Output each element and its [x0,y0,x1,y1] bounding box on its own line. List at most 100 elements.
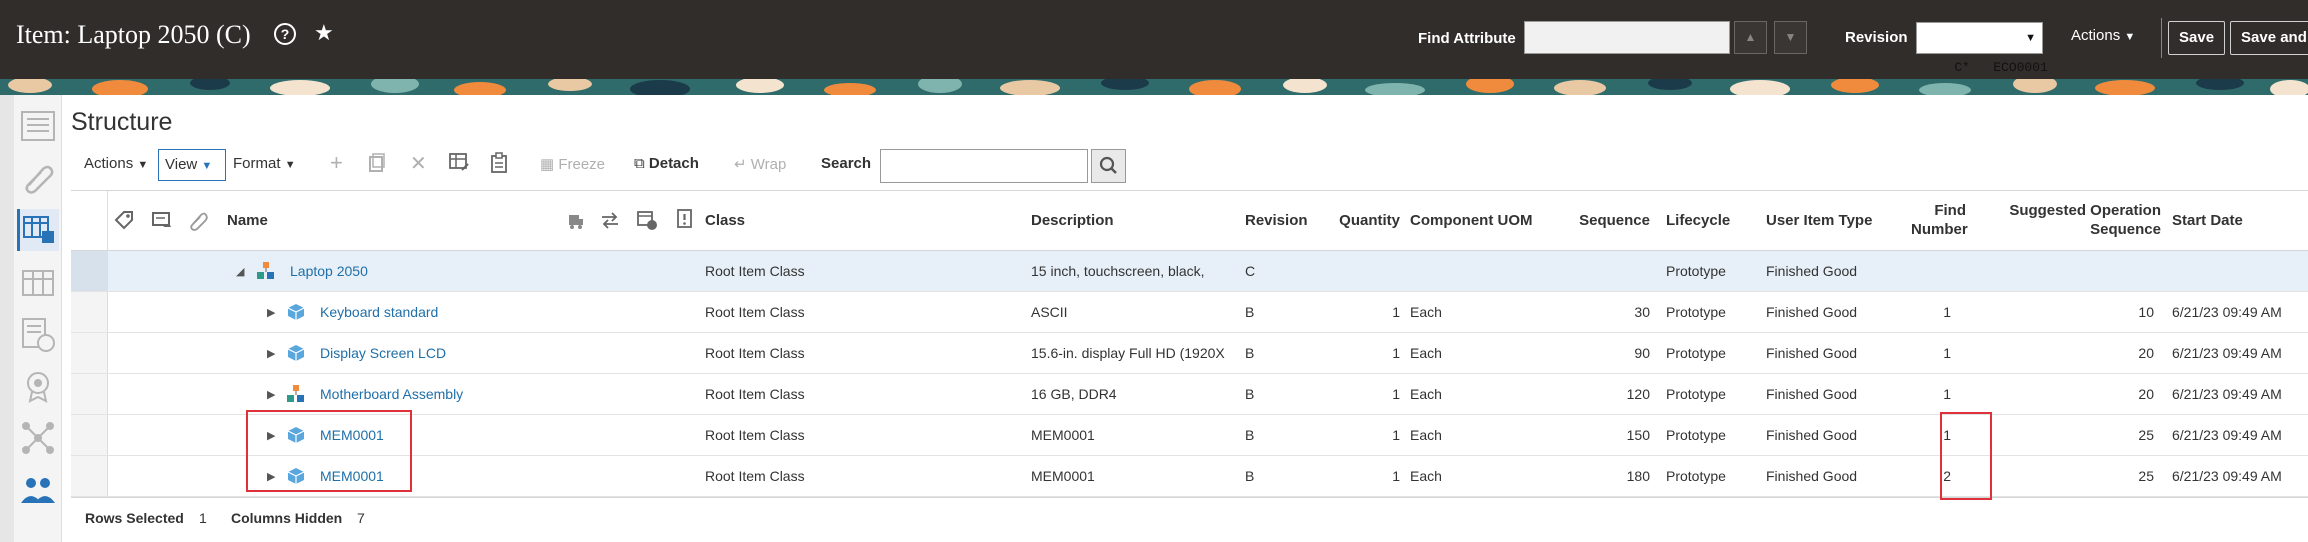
row-selector[interactable] [71,374,108,414]
columns-hidden-label: Columns Hidden [231,510,343,526]
revision-column-header[interactable]: Revision [1245,211,1308,230]
search-input[interactable] [880,149,1088,183]
view-menu[interactable]: View ▼ [158,149,226,181]
cube-icon [287,304,305,320]
header-actions-menu[interactable]: Actions ▼ [2071,27,2135,44]
detach-button[interactable]: ⧉ Detach [634,155,699,172]
class-column-header[interactable]: Class [705,211,745,230]
uom-cell: Each [1410,386,1442,402]
clipboard-icon[interactable] [490,152,508,178]
header-row-selector [71,191,108,250]
quantity-column-header[interactable]: Quantity [1321,211,1400,230]
star-icon[interactable]: ★ [314,20,334,46]
format-menu[interactable]: Format ▼ [233,155,296,172]
delete-icon[interactable]: ✕ [410,151,427,176]
quantity-cell: 1 [1392,468,1400,484]
report-clock-icon[interactable] [17,313,59,355]
search-button[interactable] [1091,149,1126,183]
row-selector[interactable] [71,333,108,373]
network-icon[interactable] [17,417,59,459]
class-cell: Root Item Class [705,427,805,443]
save-button[interactable]: Save [2168,21,2226,55]
suggested-op-cell: 25 [2138,468,2154,484]
uom-cell: Each [1410,304,1442,320]
chevron-down-icon: ▼ [2025,32,2036,44]
start-date-cell: 6/21/23 09:49 AM [2172,427,2282,443]
start-date-cell: 6/21/23 09:49 AM [2172,345,2282,361]
card-icon[interactable] [151,209,173,236]
schedule-icon[interactable] [636,209,658,236]
expand-icon[interactable]: ▶ [267,306,275,319]
assembly-icon [257,262,274,279]
table-row[interactable]: ▶ Display Screen LCD Root Item Class 15.… [71,333,2308,374]
description-cell: MEM0001 [1031,468,1095,484]
lifecycle-cell: Prototype [1666,427,1726,443]
description-cell: 16 GB, DDR4 [1031,386,1117,402]
table-row[interactable]: ▶ Motherboard Assembly Root Item Class 1… [71,374,2308,415]
warning-icon[interactable] [675,208,695,235]
arrow-down-icon[interactable]: ▼ [1774,21,1807,54]
find-attribute-input[interactable] [1524,21,1730,54]
save-and-button[interactable]: Save and [2230,21,2308,55]
structure-icon[interactable] [17,209,59,251]
class-cell: Root Item Class [705,468,805,484]
revision-select[interactable]: C* ECO0001 ▼ [1916,22,2048,75]
row-selector[interactable] [71,292,108,332]
table-edit-icon[interactable] [448,152,470,176]
item-name-link[interactable]: Motherboard Assembly [320,386,463,402]
find-number-column-header[interactable]: Find Number [1911,201,1968,239]
table-row[interactable]: ▶ Keyboard standard Root Item Class ASCI… [71,292,2308,333]
revision-cell: B [1245,386,1255,402]
rows-selected-label: Rows Selected [85,510,184,526]
paperclip-icon[interactable] [187,209,209,236]
item-name-link[interactable]: Laptop 2050 [290,263,368,279]
list-icon[interactable] [17,105,59,147]
freeze-label: Freeze [558,156,606,173]
suggested-operation-sequence-column-header[interactable]: Suggested Operation Sequence [1981,201,2161,239]
freeze-icon: ▦ [540,156,559,173]
help-icon[interactable]: ? [274,23,296,45]
start-date-cell: 6/21/23 09:49 AM [2172,304,2282,320]
component-uom-column-header[interactable]: Component UOM [1410,211,1532,230]
row-selector[interactable] [71,251,108,291]
arrow-up-icon[interactable]: ▲ [1734,21,1767,54]
find-number-header-line2: Number [1911,221,1968,238]
suggested-op-cell: 20 [2138,386,2154,402]
copy-icon[interactable] [368,153,386,177]
wrap-button[interactable]: ↵ Wrap [734,155,786,173]
revision-cell: B [1245,345,1255,361]
organization-icon[interactable] [17,261,59,303]
chevron-down-icon: ▼ [137,159,149,171]
collapse-icon[interactable]: ◢ [236,265,244,278]
add-icon[interactable]: + [330,150,343,176]
start-date-column-header[interactable]: Start Date [2172,211,2243,230]
sequence-cell: 30 [1634,304,1650,320]
table-row[interactable]: ◢ Laptop 2050 Root Item Class 15 inch, t… [71,251,2308,292]
row-selector[interactable] [71,415,108,455]
item-name-link[interactable]: Display Screen LCD [320,345,446,361]
revision-cell: B [1245,427,1255,443]
revision-value: C* ECO0001 [1954,60,2048,75]
people-icon[interactable] [17,469,59,511]
item-name-link[interactable]: Keyboard standard [320,304,438,320]
rail-handle[interactable] [0,95,14,542]
truck-icon[interactable] [563,209,585,236]
award-icon[interactable] [17,365,59,407]
expand-icon[interactable]: ▶ [267,388,275,401]
sequence-column-header[interactable]: Sequence [1549,211,1650,230]
name-column-header[interactable]: Name [227,211,268,230]
description-column-header[interactable]: Description [1031,211,1114,230]
table-header: Name Class Description Revision Quantity… [71,191,2308,251]
expand-icon[interactable]: ▶ [267,347,275,360]
freeze-button[interactable]: ▦ Freeze [540,155,605,173]
uom-cell: Each [1410,427,1442,443]
attachment-icon[interactable] [17,157,59,199]
page-header: Item: Laptop 2050 (C) ? ★ Find Attribute… [0,0,2308,79]
lifecycle-cell: Prototype [1666,345,1726,361]
lifecycle-column-header[interactable]: Lifecycle [1666,211,1730,230]
user-item-type-column-header[interactable]: User Item Type [1766,211,1872,230]
tag-icon[interactable] [113,209,135,236]
row-selector[interactable] [71,456,108,496]
actions-menu[interactable]: Actions ▼ [84,155,148,172]
swap-icon[interactable] [599,209,621,236]
